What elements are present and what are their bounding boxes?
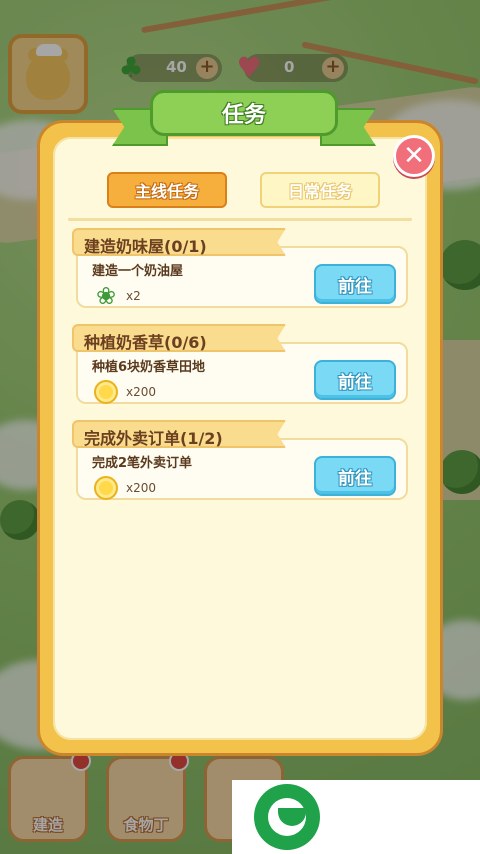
reward-quantity: x200 [126, 385, 157, 399]
task-header: 完成外卖订单(1/2) [72, 420, 286, 448]
task-title: 完成外卖订单(1/2) [84, 429, 223, 448]
task-header: 种植奶香草(0/6) [72, 324, 286, 352]
coin-icon [94, 476, 118, 500]
watermark-area [232, 780, 480, 854]
dialog-title-ribbon: 任务 [112, 90, 376, 150]
reward-quantity: x200 [126, 481, 157, 495]
task-item: 种植6块奶香草田地 x200 前往 种植奶香草(0/6) [72, 324, 408, 406]
dialog-title: 任务 [221, 103, 266, 128]
tab-label: 主线任务 [134, 182, 199, 201]
herb-icon: ❀ [95, 282, 117, 310]
tab-label: 日常任务 [287, 182, 352, 201]
go-button-label: 前往 [338, 468, 372, 489]
task-description: 建造一个奶油屋 [92, 264, 184, 279]
task-item: 完成2笔外卖订单 x200 前往 完成外卖订单(1/2) [72, 420, 408, 502]
task-description: 种植6块奶香草田地 [92, 360, 206, 375]
tab-main-quests[interactable]: 主线任务 [107, 172, 227, 208]
close-icon: ✕ [403, 141, 425, 171]
task-title: 种植奶香草(0/6) [84, 333, 207, 352]
coin-icon [94, 380, 118, 404]
go-button-label: 前往 [338, 276, 372, 297]
go-button[interactable]: 前往 [314, 456, 396, 496]
go-button[interactable]: 前往 [314, 360, 396, 400]
ribbon-center: 任务 [150, 90, 338, 136]
task-title: 建造奶味屋(0/1) [84, 237, 207, 256]
close-button[interactable]: ✕ [393, 135, 435, 177]
tab-divider [68, 218, 412, 221]
go-button[interactable]: 前往 [314, 264, 396, 304]
tab-daily-quests[interactable]: 日常任务 [260, 172, 380, 208]
reward-quantity: x2 [126, 289, 141, 303]
go-button-label: 前往 [338, 372, 372, 393]
task-header: 建造奶味屋(0/1) [72, 228, 286, 256]
task-item: 建造一个奶油屋 ❀ x2 前往 建造奶味屋(0/1) [72, 228, 408, 310]
site-logo-icon [254, 784, 320, 850]
task-description: 完成2笔外卖订单 [92, 456, 193, 471]
